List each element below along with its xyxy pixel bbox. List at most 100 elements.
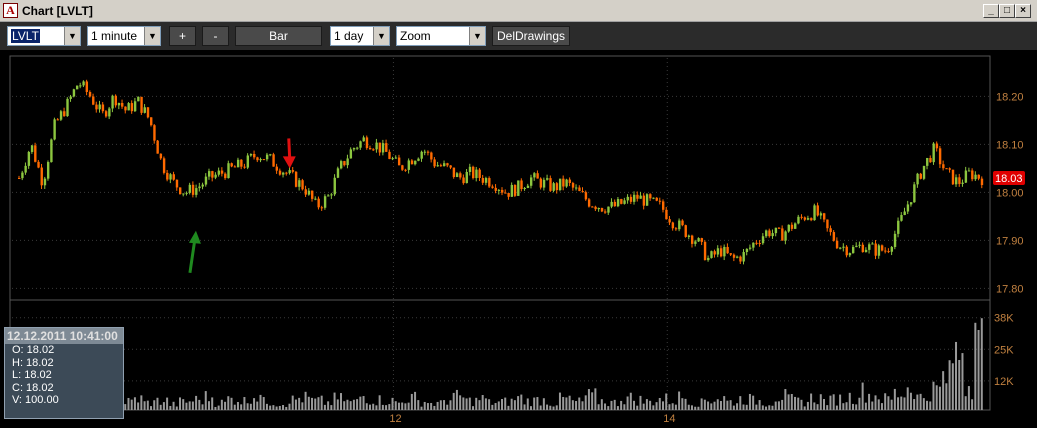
price-tick-label: 17.90 bbox=[996, 235, 1024, 247]
symbol-select[interactable]: LVLT ▼ bbox=[7, 26, 81, 46]
volume-bar bbox=[433, 405, 436, 410]
candle-body bbox=[916, 173, 919, 185]
chevron-down-icon[interactable]: ▼ bbox=[144, 27, 160, 45]
candle-body bbox=[755, 242, 758, 244]
candle-body bbox=[565, 179, 568, 187]
candle-body bbox=[88, 91, 92, 97]
last-price-label: 18.03 bbox=[995, 173, 1023, 185]
candle-body bbox=[143, 107, 146, 113]
volume-bar bbox=[642, 403, 645, 410]
price-chart[interactable]: 18.20 18.10 18.00 17.90 17.80 38K 25K 12K 12 14 18… bbox=[0, 50, 1037, 428]
volume-bar bbox=[652, 405, 655, 410]
app-logo-icon: A bbox=[3, 3, 18, 18]
volume-bar bbox=[253, 398, 256, 410]
volume-bar bbox=[558, 392, 561, 410]
volume-bar bbox=[697, 406, 700, 410]
volume-bar bbox=[668, 404, 671, 410]
volume-bar bbox=[649, 400, 652, 410]
volume-bar bbox=[626, 396, 629, 410]
volume-bar bbox=[230, 397, 233, 410]
candle-body bbox=[980, 178, 984, 186]
candle-body bbox=[314, 198, 317, 200]
candle-body bbox=[723, 246, 726, 257]
volume-bar bbox=[240, 404, 243, 410]
volume-bar bbox=[465, 398, 468, 410]
chevron-down-icon[interactable]: ▼ bbox=[64, 27, 80, 45]
candle-body bbox=[240, 159, 243, 167]
volume-bar bbox=[951, 363, 954, 410]
candle-body bbox=[520, 180, 523, 190]
volume-bar bbox=[298, 397, 301, 410]
candle-body bbox=[153, 125, 156, 141]
zoom-out-button[interactable]: - bbox=[202, 26, 229, 46]
volume-bar bbox=[220, 399, 223, 410]
volume-bar bbox=[517, 396, 520, 410]
candle-body bbox=[301, 180, 304, 190]
volume-bar bbox=[926, 400, 929, 410]
candle-body bbox=[410, 160, 414, 165]
bar-type-button[interactable]: Bar bbox=[235, 26, 322, 46]
candle-body bbox=[114, 95, 117, 106]
volume-bar bbox=[346, 399, 349, 410]
candle-body bbox=[855, 245, 858, 247]
candle-body bbox=[75, 85, 79, 90]
maximize-button[interactable]: □ bbox=[999, 4, 1015, 18]
volume-bar bbox=[784, 389, 787, 410]
candle-body bbox=[375, 142, 378, 150]
candle-body bbox=[372, 149, 375, 151]
volume-bar bbox=[774, 401, 777, 410]
candle-body bbox=[671, 222, 675, 229]
close-button[interactable]: × bbox=[1015, 4, 1031, 18]
volume-bar bbox=[565, 397, 568, 410]
green-up-arrow bbox=[188, 238, 197, 274]
minimize-button[interactable]: _ bbox=[983, 4, 999, 18]
volume-bar bbox=[156, 397, 159, 410]
candle-body bbox=[43, 178, 47, 186]
interval-select[interactable]: 1 minute ▼ bbox=[87, 26, 161, 46]
candle-body bbox=[53, 119, 56, 140]
volume-bar bbox=[629, 392, 632, 410]
volume-bar bbox=[227, 396, 230, 410]
volume-bar bbox=[810, 393, 813, 410]
mode-select[interactable]: Zoom ▼ bbox=[396, 26, 486, 46]
candle-body bbox=[159, 153, 163, 159]
candle-body bbox=[948, 168, 951, 170]
volume-bar bbox=[897, 397, 900, 410]
volume-bar bbox=[665, 393, 668, 410]
volume-bar bbox=[851, 403, 854, 410]
candle-body bbox=[806, 218, 810, 220]
volume-bar bbox=[562, 396, 565, 410]
zoom-in-button[interactable]: + bbox=[169, 26, 196, 46]
volume-tick-label: 25K bbox=[994, 344, 1014, 356]
volume-bar bbox=[468, 397, 471, 410]
volume-bar bbox=[191, 401, 194, 410]
candle-body bbox=[56, 119, 60, 121]
candle-body bbox=[462, 177, 465, 184]
volume-bar bbox=[813, 402, 816, 410]
volume-bar bbox=[529, 406, 532, 410]
candle-body bbox=[98, 104, 101, 110]
chart-area[interactable]: 18.20 18.10 18.00 17.90 17.80 38K 25K 12K 12 14 18… bbox=[0, 50, 1037, 428]
volume-bar bbox=[497, 401, 500, 410]
chevron-down-icon[interactable]: ▼ bbox=[373, 27, 389, 45]
volume-bar bbox=[472, 406, 475, 410]
candle-body bbox=[420, 151, 423, 159]
volume-bar bbox=[823, 399, 825, 410]
volume-bar bbox=[713, 401, 716, 410]
volume-bar bbox=[256, 401, 259, 410]
period-select[interactable]: 1 day ▼ bbox=[330, 26, 390, 46]
volume-bar bbox=[198, 399, 201, 410]
symbol-value: LVLT bbox=[11, 29, 40, 43]
candle-body bbox=[626, 196, 629, 201]
chevron-down-icon[interactable]: ▼ bbox=[469, 27, 485, 45]
candle-body bbox=[27, 151, 31, 166]
del-drawings-button[interactable]: DelDrawings bbox=[492, 26, 570, 46]
candle-body bbox=[877, 245, 881, 256]
candle-body bbox=[446, 163, 449, 166]
volume-bar bbox=[536, 397, 539, 410]
volume-bar bbox=[620, 400, 623, 410]
candle-body bbox=[668, 219, 671, 223]
volume-bar bbox=[336, 399, 339, 410]
candle-body bbox=[716, 248, 720, 255]
candle-body bbox=[526, 185, 530, 188]
